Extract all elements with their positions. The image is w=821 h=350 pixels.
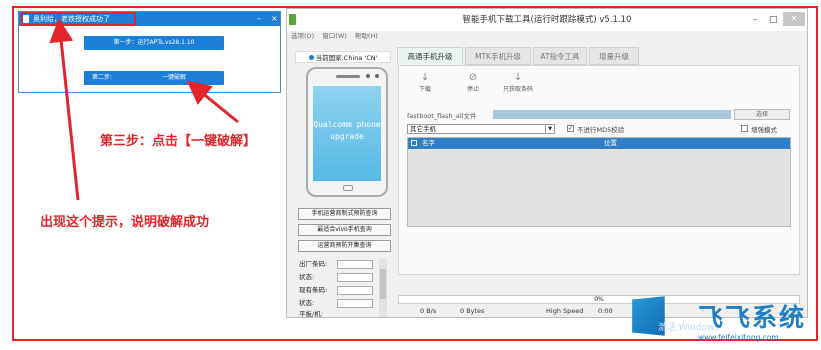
close-icon[interactable]: × [783, 12, 805, 26]
qualcomm-panel: ↓ 下载 ⊘ 停止 ↓ 只获取条码 fastboot_flash_all文件 选择 其… [398, 65, 800, 275]
column-name: 名字 [422, 139, 435, 147]
left-scrollbar[interactable] [379, 259, 387, 317]
tab-incremental[interactable]: 增量升级 [589, 47, 639, 65]
tab-mtk[interactable]: MTK手机升级 [465, 47, 531, 65]
phone-screen: Qualcomm phone upgrade [313, 86, 381, 181]
globe-icon [308, 55, 314, 60]
incremental-mode-checkbox[interactable] [741, 125, 748, 132]
status-label: 状态: [299, 273, 315, 281]
success-annotation: 出现这个提示，说明破解成功 [40, 215, 210, 230]
sensor-icon [375, 74, 379, 78]
no-md5-label: 不进行MD5校验 [577, 126, 625, 134]
app-icon [289, 14, 296, 25]
grid-header: 名字 位置 [408, 138, 790, 149]
no-md5-checkbox[interactable]: ✓ [567, 125, 574, 132]
vivo-query-button[interactable]: 最适合vivo手机查询 [298, 224, 391, 236]
home-button-icon [343, 185, 353, 191]
phone-type-dropdown[interactable]: 其它手机 ▼ [407, 124, 555, 134]
tablet-label: 平板/机: [299, 310, 323, 318]
select-button[interactable]: 选择 [734, 109, 790, 120]
incremental-mode-label: 增强模式 [751, 126, 777, 134]
speed-value: 0 B/s [420, 307, 437, 315]
maximize-icon[interactable]: □ [769, 9, 778, 31]
current-code-label: 现有条码: [299, 286, 328, 294]
watermark: 激活 Windows 飞飞系统 www.feifeixitong.com [630, 296, 820, 348]
menu-bar: 选项(O) 窗口(W) 帮助(H) [287, 31, 807, 41]
carrier-prevent-query-button[interactable]: 运营商预防开集查询 [298, 240, 391, 252]
download-icon: ↓ [420, 72, 430, 83]
minimize-icon[interactable]: – [753, 9, 758, 31]
current-code-field[interactable] [337, 286, 373, 295]
country-label: 当前国家:China 'CN' [295, 51, 391, 63]
brand-url: www.feifeixitong.com [698, 333, 779, 342]
factory-code-label: 出厂条码: [299, 260, 328, 268]
tab-qualcomm[interactable]: 高通手机升级 [397, 47, 463, 65]
status2-field[interactable] [337, 299, 373, 308]
carrier-query-button[interactable]: 手机运营商制式预防查询 [298, 208, 391, 220]
download-code-icon: ↓ [513, 72, 523, 83]
stop-icon: ⊘ [468, 72, 478, 83]
window-title: 智能手机下载工具(运行时跟踪模式) v5.1.10 [462, 15, 632, 25]
factory-code-field[interactable] [337, 260, 373, 269]
menu-options[interactable]: 选项(O) [291, 32, 314, 40]
mode-value: High Speed [546, 307, 584, 315]
menu-window[interactable]: 窗口(W) [322, 32, 347, 40]
menu-help[interactable]: 帮助(H) [355, 32, 378, 40]
step3-annotation: 第三步：点击【一键破解】 [100, 134, 257, 149]
get-code-tool[interactable]: ↓ 只获取条码 [503, 72, 533, 93]
chevron-down-icon: ▼ [545, 125, 554, 133]
status-field[interactable] [337, 273, 373, 282]
arrow-to-title [49, 18, 80, 201]
phone-illustration: Qualcomm phone upgrade [306, 67, 388, 197]
bytes-value: 0 Bytes [460, 307, 485, 315]
fastboot-path-field[interactable] [493, 110, 731, 119]
window-title-bar: 智能手机下载工具(运行时跟踪模式) v5.1.10 – □ × [287, 9, 807, 31]
stop-tool[interactable]: ⊘ 停止 [467, 72, 479, 93]
speaker-icon [336, 75, 360, 78]
tab-at-command[interactable]: AT指令工具 [533, 47, 587, 65]
column-location: 位置 [604, 139, 617, 147]
status2-label: 状态: [299, 299, 315, 307]
time-value: 0:00 [598, 307, 613, 315]
fastboot-label: fastboot_flash_all文件 [407, 112, 477, 120]
select-all-checkbox[interactable] [411, 140, 417, 146]
brand-logo: 飞飞系统 [698, 303, 807, 332]
download-tool[interactable]: ↓ 下载 [419, 72, 431, 93]
scroll-thumb[interactable] [380, 269, 386, 299]
left-panel: 当前国家:China 'CN' Qualcomm phone upgrade [295, 51, 391, 197]
arrow-to-crack-button [186, 80, 239, 124]
file-grid: 名字 位置 [407, 137, 791, 227]
main-window: 智能手机下载工具(运行时跟踪模式) v5.1.10 – □ × 选项(O) 窗口… [286, 8, 808, 318]
camera-icon [366, 74, 370, 78]
